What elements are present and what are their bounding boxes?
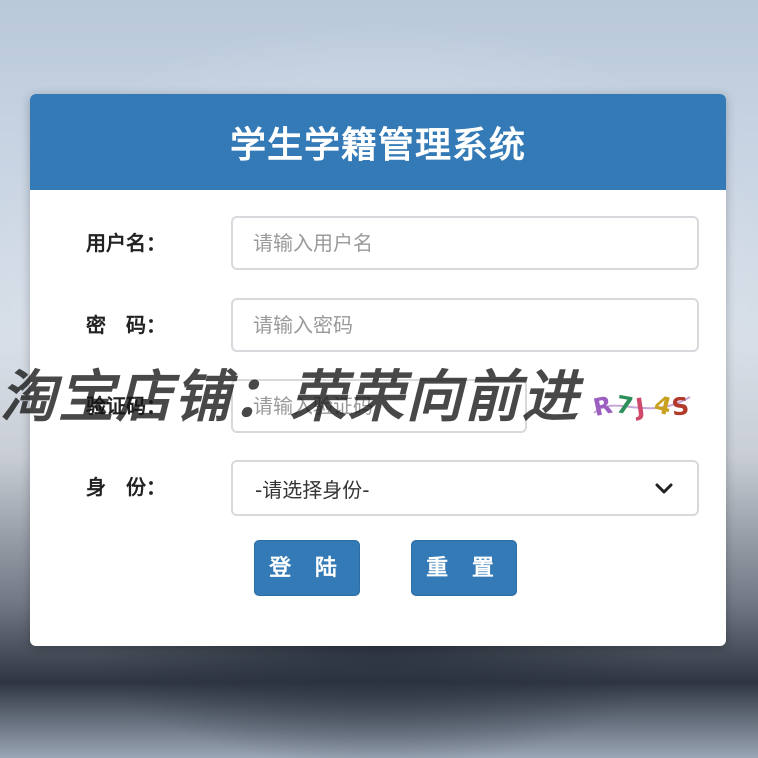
reset-button[interactable]: 重 置 [411,540,517,596]
system-title: 学生学籍管理系统 [229,125,526,166]
role-label: 身 份： [86,475,166,499]
password-input[interactable] [231,298,699,352]
chevron-down-icon [655,483,673,494]
captcha-label: 验证码： [86,394,166,418]
captcha-image[interactable]: R 7 J 4 S [586,383,698,429]
role-row: 身 份： -请选择身份- [30,460,726,516]
password-label: 密 码： [86,313,166,337]
login-button[interactable]: 登 陆 [254,540,360,596]
role-select-value: -请选择身份- [255,477,370,502]
username-row: 用户名： [30,216,726,270]
username-label: 用户名： [86,231,166,255]
username-input[interactable] [231,216,699,270]
panel-header: 学生学籍管理系统 [30,94,726,190]
svg-text:S: S [670,392,690,422]
password-row: 密 码： [30,298,726,352]
captcha-row: 验证码： R 7 J 4 S [30,379,726,433]
role-select[interactable]: -请选择身份- [231,460,699,516]
captcha-input[interactable] [231,379,527,433]
login-panel: 学生学籍管理系统 用户名： 密 码： 验证码： R 7 J 4 S 身 份： -… [30,94,726,646]
